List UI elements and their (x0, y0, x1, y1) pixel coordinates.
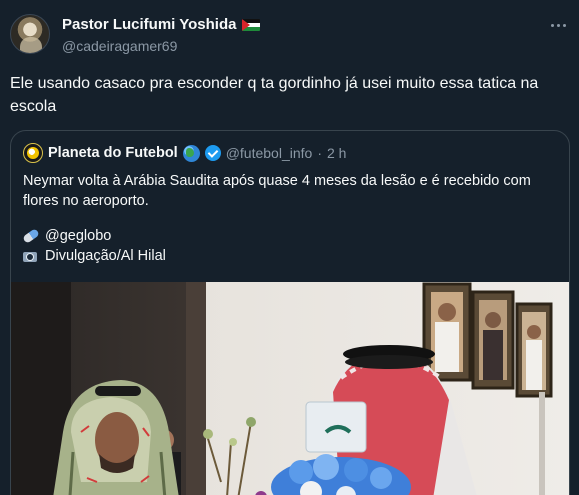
credit-text[interactable]: @geglobo (45, 228, 111, 244)
quoted-tweet-header: Planeta do Futebol @futebol_info · 2 h (23, 143, 346, 163)
more-dot-icon (562, 23, 566, 27)
globe-icon (182, 144, 200, 162)
quoted-text: Neymar volta à Arábia Saudita após quase… (23, 173, 531, 209)
quoted-photo[interactable] (11, 282, 569, 495)
more-dot-icon (556, 23, 560, 27)
pill-icon (22, 228, 40, 244)
author-name-row: Pastor Lucifumi Yoshida (62, 16, 261, 33)
tweet: Pastor Lucifumi Yoshida @cadeiragamer69 … (0, 0, 579, 495)
quoted-display-name[interactable]: Planeta do Futebol (48, 145, 178, 161)
quoted-tweet[interactable]: Planeta do Futebol @futebol_info · 2 h N… (10, 130, 570, 495)
credit-text: Divulgação/Al Hilal (45, 248, 166, 264)
author-display-name[interactable]: Pastor Lucifumi Yoshida (62, 16, 236, 33)
author-handle[interactable]: @cadeiragamer69 (62, 38, 177, 54)
separator-dot: · (317, 145, 322, 161)
credit-line: @geglobo (22, 228, 111, 244)
palestine-flag-icon (242, 18, 261, 31)
photo-illustration (11, 282, 569, 495)
more-dot-icon (550, 23, 554, 27)
quoted-handle: @futebol_info (225, 145, 313, 161)
avatar[interactable] (10, 14, 50, 54)
tweet-text: Ele usando casaco pra esconder q ta gord… (10, 75, 539, 115)
quoted-timestamp[interactable]: 2 h (327, 145, 346, 161)
quoted-avatar[interactable] (23, 143, 43, 163)
verified-badge-icon (204, 145, 221, 161)
camera-flash-icon (23, 250, 39, 263)
more-options-button[interactable] (548, 18, 568, 32)
credit-line: Divulgação/Al Hilal (23, 248, 166, 264)
